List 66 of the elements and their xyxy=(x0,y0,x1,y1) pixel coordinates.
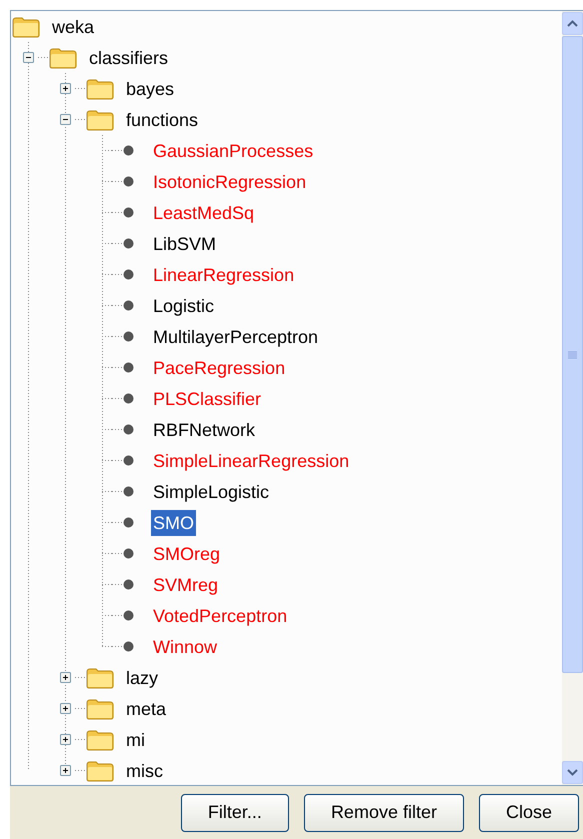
folder-label[interactable]: meta xyxy=(124,696,168,722)
leaf-node-icon xyxy=(123,238,134,249)
classifier-item[interactable]: SVMreg xyxy=(151,572,220,598)
folder-label[interactable]: mi xyxy=(124,726,147,752)
folder-label[interactable]: classifiers xyxy=(87,44,170,70)
leaf-node-icon xyxy=(123,579,134,590)
classifier-item[interactable]: LibSVM xyxy=(151,230,218,256)
scroll-down-button[interactable] xyxy=(562,761,583,784)
scroll-up-button[interactable] xyxy=(562,12,583,35)
scroll-thumb[interactable] xyxy=(562,36,583,674)
leaf-node-icon xyxy=(123,207,134,218)
folder-label[interactable]: lazy xyxy=(124,664,160,690)
classifier-item[interactable]: VotedPerceptron xyxy=(151,602,290,628)
leaf-node-icon xyxy=(123,548,134,559)
leaf-node-icon xyxy=(123,176,134,187)
expand-icon[interactable] xyxy=(60,83,70,94)
classifier-item[interactable]: GaussianProcesses xyxy=(151,138,316,164)
chevron-down-icon xyxy=(567,769,578,776)
expand-icon[interactable] xyxy=(60,765,70,776)
folder-label[interactable]: weka xyxy=(50,14,96,40)
classifier-item[interactable]: SMO xyxy=(151,510,196,536)
leaf-node-icon xyxy=(123,269,134,280)
leaf-node-icon xyxy=(123,331,134,342)
leaf-node-icon xyxy=(123,424,134,435)
classifier-item[interactable]: IsotonicRegression xyxy=(151,168,308,194)
classifier-item[interactable]: PaceRegression xyxy=(151,354,288,380)
classifier-item[interactable]: PLSClassifier xyxy=(151,386,264,412)
folder-icon xyxy=(49,46,77,68)
dialog-button[interactable]: Filter... xyxy=(180,794,289,832)
leaf-node-icon xyxy=(123,610,134,621)
leaf-node-icon xyxy=(123,517,134,528)
folder-icon xyxy=(86,78,114,100)
leaf-node-icon xyxy=(123,455,134,466)
leaf-node-icon xyxy=(123,393,134,404)
folder-icon xyxy=(86,728,114,750)
leaf-node-icon xyxy=(123,641,134,652)
classifier-item[interactable]: SimpleLinearRegression xyxy=(151,448,352,474)
dialog-button[interactable]: Remove filter xyxy=(304,794,464,832)
chevron-up-icon xyxy=(567,20,578,27)
dialog-button[interactable]: Close xyxy=(478,794,579,832)
leaf-node-icon xyxy=(123,362,134,373)
folder-label[interactable]: bayes xyxy=(124,76,176,102)
leaf-node-icon xyxy=(123,300,134,311)
classifier-item[interactable]: MultilayerPerceptron xyxy=(151,324,320,350)
scrollbar[interactable] xyxy=(562,11,583,785)
classifier-item[interactable]: LinearRegression xyxy=(151,262,296,288)
expand-icon[interactable] xyxy=(60,672,70,683)
folder-label[interactable]: misc xyxy=(124,758,165,784)
leaf-node-icon xyxy=(123,486,134,497)
folder-label[interactable]: functions xyxy=(124,106,200,132)
folder-icon xyxy=(12,16,40,38)
folder-icon xyxy=(86,698,114,720)
classifier-item[interactable]: SMOreg xyxy=(151,540,222,566)
folder-icon xyxy=(86,666,114,688)
collapse-icon[interactable] xyxy=(60,114,70,125)
expand-icon[interactable] xyxy=(60,703,70,714)
classifier-item[interactable]: Logistic xyxy=(151,292,216,318)
expand-icon[interactable] xyxy=(60,734,70,745)
classifier-item[interactable]: RBFNetwork xyxy=(151,416,258,442)
leaf-node-icon xyxy=(123,145,134,156)
classifier-item[interactable]: Winnow xyxy=(151,634,220,660)
classifier-item[interactable]: SimpleLogistic xyxy=(151,478,272,504)
collapse-icon[interactable] xyxy=(22,52,34,63)
folder-icon xyxy=(86,760,114,782)
folder-icon xyxy=(86,108,114,130)
classifier-item[interactable]: LeastMedSq xyxy=(151,200,256,226)
